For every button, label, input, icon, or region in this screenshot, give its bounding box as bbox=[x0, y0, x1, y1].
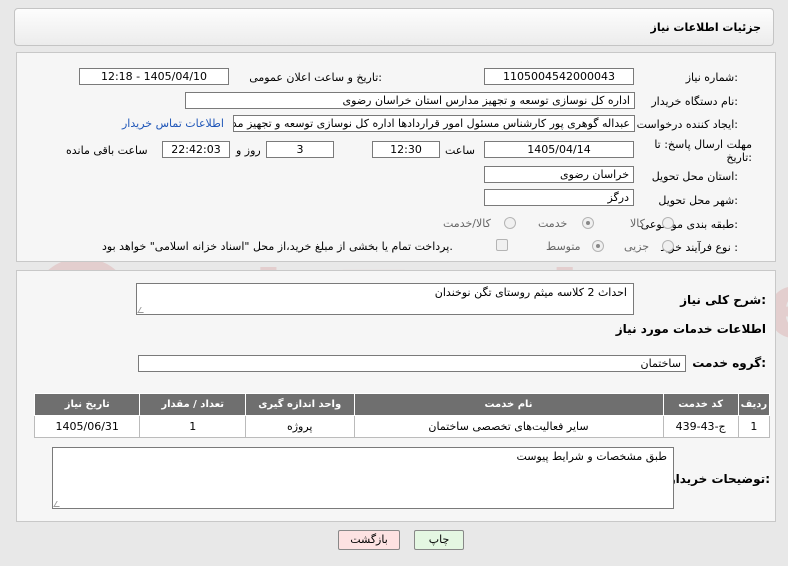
deadline-label: مهلت ارسال پاسخ: تا تاریخ: bbox=[654, 138, 752, 164]
contact-buyer-link[interactable]: اطلاعات تماس خریدار bbox=[122, 117, 224, 130]
category-label: طبقه بندی موضوعی: bbox=[640, 218, 738, 231]
description-text: احداث 2 کلاسه میثم روستای تگن نوخندان bbox=[434, 286, 627, 299]
table-row: 1 ج-43-439 سایر فعالیت‌های تخصصی ساختمان… bbox=[33, 415, 771, 438]
days-field: 3 bbox=[266, 141, 334, 158]
purchase-medium-label: متوسط bbox=[546, 240, 581, 253]
description-textarea: احداث 2 کلاسه میثم روستای تگن نوخندان bbox=[136, 283, 634, 315]
buyer-label: نام دستگاه خریدار: bbox=[651, 95, 738, 108]
creator-field: عبداله گوهری پور کارشناس مسئول امور قرار… bbox=[233, 115, 635, 132]
announce-field: 1405/04/10 - 12:18 bbox=[79, 68, 229, 85]
back-button[interactable]: بازگشت bbox=[338, 530, 400, 550]
buyer-notes-label: توضیحات خریدار: bbox=[668, 472, 770, 486]
city-label: شهر محل تحویل: bbox=[658, 194, 738, 207]
treasury-payment-note: پرداخت تمام یا بخشی از مبلغ خرید،از محل … bbox=[102, 240, 453, 253]
cell-name: سایر فعالیت‌های تخصصی ساختمان bbox=[353, 415, 664, 438]
need-number-label: شماره نیاز: bbox=[685, 71, 738, 84]
cell-quantity: 1 bbox=[139, 415, 246, 438]
col-quantity: تعداد / مقدار bbox=[139, 393, 246, 416]
resize-grip-icon bbox=[137, 307, 147, 313]
announce-label: تاریخ و ساعت اعلان عمومی: bbox=[249, 71, 382, 84]
purchase-small-radio[interactable] bbox=[662, 240, 674, 252]
buyer-field: اداره کل نوسازی توسعه و تجهیز مدارس استا… bbox=[185, 92, 635, 109]
deadline-time-field: 12:30 bbox=[372, 141, 440, 158]
category-service-radio[interactable] bbox=[582, 217, 594, 229]
need-number-field: 1105004542000043 bbox=[484, 68, 634, 85]
category-goods-service-radio[interactable] bbox=[504, 217, 516, 229]
cell-row: 1 bbox=[737, 415, 771, 438]
category-goods-radio[interactable] bbox=[662, 217, 674, 229]
creator-label: ایجاد کننده درخواست: bbox=[636, 118, 738, 131]
days-label: روز و bbox=[236, 144, 261, 157]
remaining-time-field: 22:42:03 bbox=[162, 141, 230, 158]
city-field: درگز bbox=[484, 189, 634, 206]
page-header: جزئیات اطلاعات نیاز bbox=[14, 8, 774, 46]
treasury-payment-checkbox[interactable] bbox=[496, 239, 508, 251]
col-unit: واحد اندازه گیری bbox=[244, 393, 355, 416]
service-group-label: گروه خدمت: bbox=[692, 356, 766, 370]
description-label: شرح کلی نیاز: bbox=[680, 293, 766, 307]
service-group-field: ساختمان bbox=[138, 355, 686, 372]
buyer-notes-text: طبق مشخصات و شرایط پیوست bbox=[516, 450, 667, 463]
cell-date: 1405/06/31 bbox=[33, 415, 141, 438]
cell-code: ج-43-439 bbox=[662, 415, 739, 438]
purchase-medium-radio[interactable] bbox=[592, 240, 604, 252]
time-label: ساعت bbox=[445, 144, 475, 157]
col-code: کد خدمت bbox=[662, 393, 739, 416]
col-date: تاریخ نیاز bbox=[33, 393, 141, 416]
services-section-title: اطلاعات خدمات مورد نیاز bbox=[615, 322, 766, 336]
buyer-notes-textarea: طبق مشخصات و شرایط پیوست bbox=[52, 447, 674, 509]
resize-grip-icon bbox=[53, 501, 63, 507]
province-label: استان محل تحویل: bbox=[651, 170, 738, 183]
province-field: خراسان رضوی bbox=[484, 166, 634, 183]
category-service-label: خدمت bbox=[538, 217, 568, 230]
page-title: جزئیات اطلاعات نیاز bbox=[650, 21, 762, 34]
category-goods-label: کالا bbox=[630, 217, 645, 230]
print-button[interactable]: چاپ bbox=[414, 530, 464, 550]
col-name: نام خدمت bbox=[353, 393, 664, 416]
services-table: ردیف کد خدمت نام خدمت واحد اندازه گیری ت… bbox=[33, 393, 771, 438]
purchase-small-label: جزیی bbox=[624, 240, 650, 253]
deadline-date-field: 1405/04/14 bbox=[484, 141, 634, 158]
cell-unit: پروژه bbox=[244, 415, 355, 438]
col-row: ردیف bbox=[737, 393, 771, 416]
category-goods-service-label: کالا/خدمت bbox=[443, 217, 491, 230]
remaining-label: ساعت باقی مانده bbox=[66, 144, 148, 157]
